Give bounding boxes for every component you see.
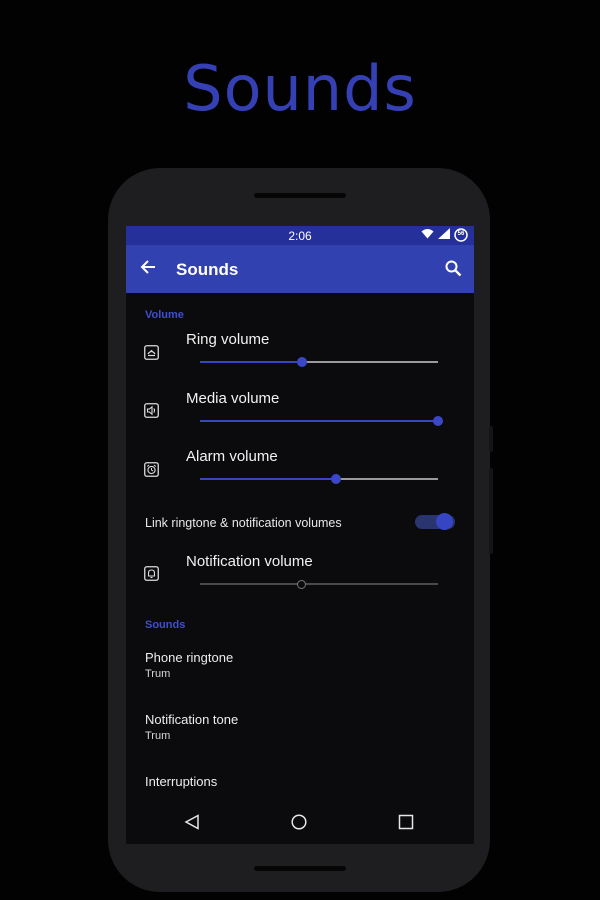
wifi-icon (421, 228, 434, 242)
nav-back-icon[interactable] (184, 814, 200, 835)
notification-tone-title: Notification tone (145, 712, 239, 727)
link-volumes-toggle[interactable] (415, 512, 455, 532)
search-icon[interactable] (445, 260, 462, 282)
navigation-bar (126, 801, 474, 844)
battery-level: 56 (457, 231, 465, 237)
app-bar-title: Sounds (176, 260, 239, 279)
notification-bell-icon (144, 566, 159, 581)
alarm-volume-slider[interactable] (200, 472, 438, 486)
phone-screen: 2:06 56 Sounds Volume Ring volume Media … (126, 226, 474, 844)
notification-volume-label: Notification volume (186, 553, 313, 570)
ring-icon (144, 345, 159, 360)
ring-volume-label: Ring volume (186, 331, 270, 348)
bottom-speaker (254, 866, 346, 871)
battery-icon: 56 (454, 228, 468, 242)
phone-ringtone-title: Phone ringtone (145, 650, 234, 665)
sounds-section-header: Sounds (145, 619, 186, 631)
nav-home-icon[interactable] (291, 814, 307, 835)
alarm-volume-label: Alarm volume (186, 448, 278, 465)
alarm-icon (144, 462, 159, 477)
interruptions-title: Interruptions (145, 774, 218, 789)
notification-volume-slider[interactable] (200, 577, 438, 591)
nav-recents-icon[interactable] (398, 814, 414, 835)
ring-volume-slider[interactable] (200, 355, 438, 369)
signal-icon (438, 228, 450, 242)
app-bar: Sounds (126, 245, 474, 293)
link-volumes-label: Link ringtone & notification volumes (145, 516, 342, 530)
notification-tone-value: Trum (145, 730, 171, 742)
alarm-volume-thumb[interactable] (330, 474, 341, 484)
ring-volume-thumb[interactable] (297, 357, 308, 367)
media-speaker-icon (144, 403, 159, 418)
media-volume-thumb[interactable] (433, 416, 443, 426)
status-bar: 2:06 56 (126, 226, 474, 245)
phone-ringtone-value: Trum (145, 668, 171, 680)
back-arrow-icon[interactable] (140, 259, 156, 280)
top-speaker (254, 193, 346, 198)
volume-section-header: Volume (145, 309, 184, 321)
power-button (489, 426, 493, 452)
promo-headline: Sounds (183, 52, 417, 125)
volume-rocker (489, 468, 493, 554)
media-volume-slider[interactable] (200, 414, 443, 428)
media-volume-label: Media volume (186, 390, 280, 407)
notification-volume-thumb[interactable] (297, 579, 307, 589)
